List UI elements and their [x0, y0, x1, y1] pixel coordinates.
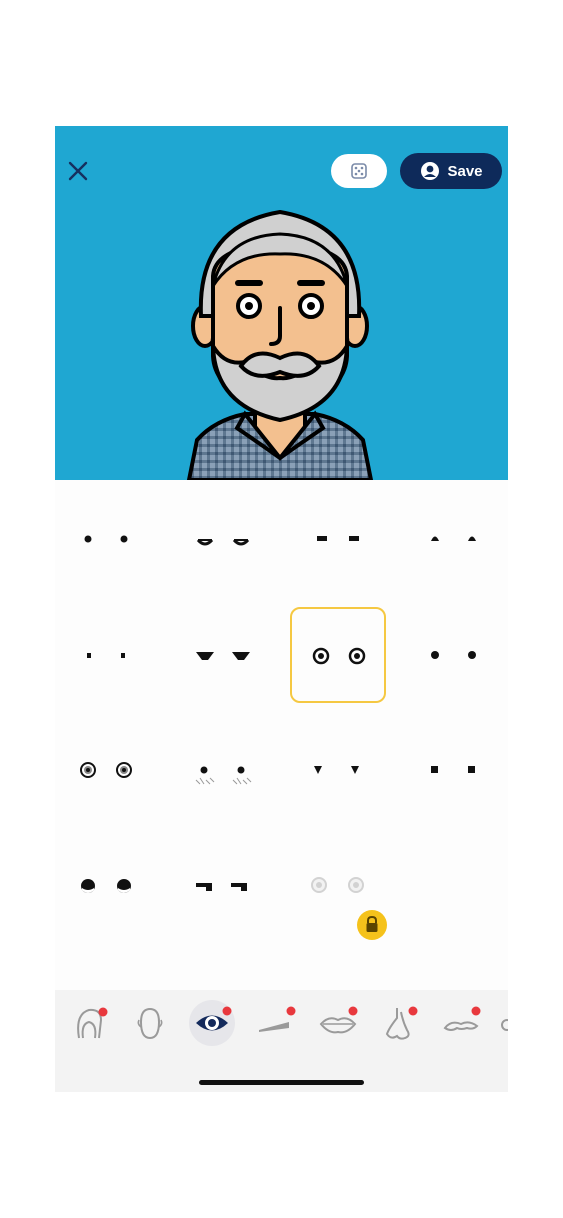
sleepy-eyes-icon [196, 538, 250, 546]
nose-icon [385, 1006, 418, 1040]
randomize-button[interactable] [331, 154, 387, 188]
lashes-eyes-icon [195, 766, 252, 785]
round-outlined-eyes-icon [312, 647, 366, 665]
more-icon [501, 1019, 508, 1031]
eye-option-dots-medium[interactable] [406, 607, 502, 703]
mustache-icon [443, 1006, 481, 1031]
eye-option-dots-top[interactable] [406, 490, 502, 586]
eye-option-glossy[interactable] [55, 840, 151, 936]
eye-option-tiny-dots[interactable] [55, 607, 151, 703]
tab-more[interactable] [495, 1000, 508, 1046]
home-indicator [199, 1080, 364, 1085]
mouth-icon [319, 1006, 358, 1034]
save-label: Save [447, 162, 483, 180]
save-button[interactable]: Save [400, 153, 502, 189]
face-shape-icon [137, 1007, 163, 1040]
eye-option-round-outlined[interactable] [290, 607, 386, 703]
side-glance-eyes-icon [196, 883, 247, 891]
dash-eyes-icon [317, 536, 359, 541]
eye-option-dots-with-lashes[interactable] [172, 724, 268, 820]
eye-option-dots-small[interactable] [55, 490, 151, 586]
glossy-eyes-icon [81, 879, 131, 893]
dice-icon [351, 163, 367, 179]
eye-option-dash[interactable] [289, 490, 385, 586]
close-icon [68, 161, 88, 181]
close-button[interactable] [65, 158, 91, 184]
eyebrow-icon [259, 1006, 296, 1032]
tab-eyebrows[interactable] [253, 1000, 299, 1046]
tab-face-shape[interactable] [127, 1000, 173, 1046]
square-eyes-icon [431, 766, 475, 773]
tab-hair[interactable] [67, 1000, 113, 1046]
angry-eyes-icon [196, 652, 250, 660]
tab-mouth[interactable] [315, 1000, 361, 1046]
avatar-preview: Save [55, 126, 508, 480]
eye-option-target-rings[interactable] [55, 724, 151, 820]
eye-option-side-glance[interactable] [172, 840, 268, 936]
triangle-eyes-icon [314, 766, 359, 774]
user-circle-icon [419, 160, 441, 182]
category-tabbar [55, 990, 508, 1092]
tiny-dots-eyes-icon [87, 653, 125, 658]
avatar-illustration [186, 209, 374, 480]
target-rings-eyes-icon [80, 762, 132, 778]
eye-icon [196, 1006, 232, 1031]
dots-medium-eyes-icon [431, 651, 476, 659]
lock-icon [357, 910, 387, 940]
tab-mustache[interactable] [439, 1000, 485, 1046]
eye-option-triangle-down[interactable] [289, 724, 385, 820]
tab-nose[interactable] [377, 1000, 423, 1046]
lock-badge [357, 910, 387, 940]
eye-option-squares[interactable] [406, 724, 502, 820]
dots-small-eyes-icon [84, 535, 128, 543]
eye-style-grid [55, 480, 508, 980]
hair-icon [77, 1007, 108, 1039]
tab-eyes[interactable] [189, 1000, 235, 1046]
dots-top-eyes-icon [431, 536, 476, 541]
eye-option-angry-lids[interactable] [172, 607, 268, 703]
eye-option-sleepy-lids[interactable] [172, 490, 268, 586]
avatar-editor: Save [55, 126, 508, 1092]
